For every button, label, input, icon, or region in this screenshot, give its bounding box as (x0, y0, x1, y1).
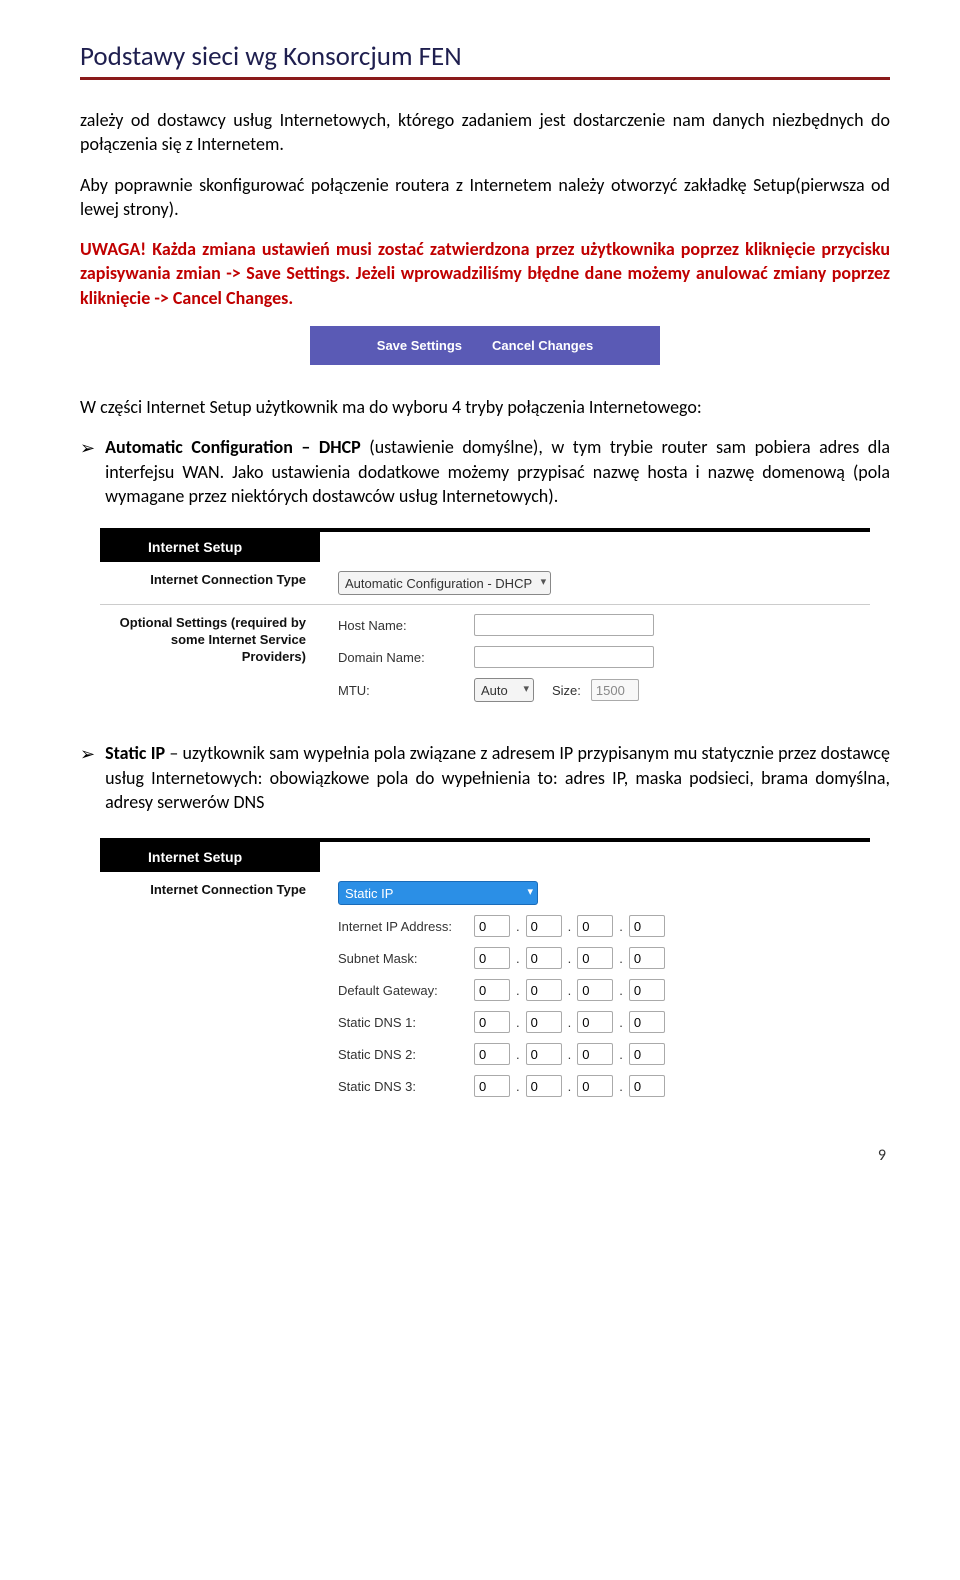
ip-octet-input[interactable] (577, 947, 613, 969)
ip-octet-input[interactable] (526, 1043, 562, 1065)
router-panel-dhcp: Internet Setup Internet Connection Type … (100, 528, 870, 711)
paragraph-1: zależy od dostawcy usług Internetowych, … (80, 108, 890, 157)
host-name-input[interactable] (474, 614, 654, 636)
subnet-mask-group: . . . (474, 947, 665, 969)
dot-separator: . (516, 983, 520, 998)
ip-octet-input[interactable] (629, 1011, 665, 1033)
ip-octet-input[interactable] (577, 979, 613, 1001)
ip-octet-input[interactable] (629, 1075, 665, 1097)
dns2-label: Static DNS 2: (338, 1047, 468, 1062)
dot-separator: . (568, 983, 572, 998)
dot-separator: . (568, 919, 572, 934)
chevron-icon: ➢ (80, 437, 95, 508)
size-label: Size: (552, 683, 581, 698)
label-optional-settings: Optional Settings (required by some Inte… (100, 605, 320, 676)
ip-octet-input[interactable] (629, 947, 665, 969)
ip-octet-input[interactable] (526, 915, 562, 937)
ip-octet-input[interactable] (526, 979, 562, 1001)
ip-octet-input[interactable] (526, 947, 562, 969)
chevron-icon: ➢ (80, 743, 95, 814)
label-connection-type: Internet Connection Type (100, 562, 320, 599)
dot-separator: . (568, 1079, 572, 1094)
panel-title: Internet Setup (100, 532, 320, 562)
ip-address-label: Internet IP Address: (338, 919, 468, 934)
dot-separator: . (619, 951, 623, 966)
warning-paragraph: UWAGA! Każda zmiana ustawień musi zostać… (80, 237, 890, 310)
ip-octet-input[interactable] (577, 1011, 613, 1033)
paragraph-2: Aby poprawnie skonfigurować połączenie r… (80, 173, 890, 222)
bullet-dhcp-text: Automatic Configuration – DHCP (ustawien… (105, 435, 890, 508)
ip-octet-input[interactable] (474, 915, 510, 937)
page-number: 9 (80, 1146, 890, 1165)
dns1-group: . . . (474, 1011, 665, 1033)
dot-separator: . (516, 919, 520, 934)
ip-octet-input[interactable] (577, 1043, 613, 1065)
dot-separator: . (619, 1047, 623, 1062)
ip-address-group: . . . (474, 915, 665, 937)
dot-separator: . (516, 1015, 520, 1030)
dot-separator: . (568, 1047, 572, 1062)
ip-octet-input[interactable] (629, 915, 665, 937)
bullet-static-ip-text: Static IP – uzytkownik sam wypełnia pola… (105, 741, 890, 814)
subnet-mask-label: Subnet Mask: (338, 951, 468, 966)
paragraph-4-intro: W części Internet Setup użytkownik ma do… (80, 395, 890, 419)
bullet-dhcp: ➢ Automatic Configuration – DHCP (ustawi… (80, 435, 890, 508)
domain-name-label: Domain Name: (338, 650, 468, 665)
domain-name-input[interactable] (474, 646, 654, 668)
dns1-label: Static DNS 1: (338, 1015, 468, 1030)
label-connection-type: Internet Connection Type (100, 872, 320, 909)
dot-separator: . (619, 1079, 623, 1094)
router-panel-static: Internet Setup Internet Connection Type … (100, 838, 870, 1106)
doc-header: Podstawy sieci wg Konsorcjum FEN (80, 40, 890, 80)
ip-octet-input[interactable] (577, 915, 613, 937)
dot-separator: . (516, 1079, 520, 1094)
ip-octet-input[interactable] (474, 1075, 510, 1097)
default-gateway-group: . . . (474, 979, 665, 1001)
mtu-select[interactable]: Auto (474, 678, 534, 702)
ip-octet-input[interactable] (474, 979, 510, 1001)
dot-separator: . (568, 951, 572, 966)
ip-octet-input[interactable] (526, 1075, 562, 1097)
dot-separator: . (619, 919, 623, 934)
connection-type-select[interactable]: Automatic Configuration - DHCP (338, 571, 551, 595)
dot-separator: . (619, 1015, 623, 1030)
save-buttons-illustration: Save Settings Cancel Changes (310, 326, 660, 365)
cancel-button-label: Cancel Changes (492, 338, 593, 353)
dns3-group: . . . (474, 1075, 665, 1097)
dot-separator: . (619, 983, 623, 998)
dot-separator: . (568, 1015, 572, 1030)
dot-separator: . (516, 951, 520, 966)
ip-octet-input[interactable] (474, 1043, 510, 1065)
ip-octet-input[interactable] (629, 1043, 665, 1065)
dns3-label: Static DNS 3: (338, 1079, 468, 1094)
bullet-static-ip: ➢ Static IP – uzytkownik sam wypełnia po… (80, 741, 890, 814)
default-gateway-label: Default Gateway: (338, 983, 468, 998)
ip-octet-input[interactable] (629, 979, 665, 1001)
dot-separator: . (516, 1047, 520, 1062)
connection-type-select[interactable]: Static IP (338, 881, 538, 905)
save-button-label: Save Settings (377, 338, 462, 353)
size-input (591, 679, 639, 701)
ip-octet-input[interactable] (474, 947, 510, 969)
host-name-label: Host Name: (338, 618, 468, 633)
ip-octet-input[interactable] (526, 1011, 562, 1033)
mtu-label: MTU: (338, 683, 468, 698)
dns2-group: . . . (474, 1043, 665, 1065)
ip-octet-input[interactable] (474, 1011, 510, 1033)
panel-title: Internet Setup (100, 842, 320, 872)
ip-octet-input[interactable] (577, 1075, 613, 1097)
